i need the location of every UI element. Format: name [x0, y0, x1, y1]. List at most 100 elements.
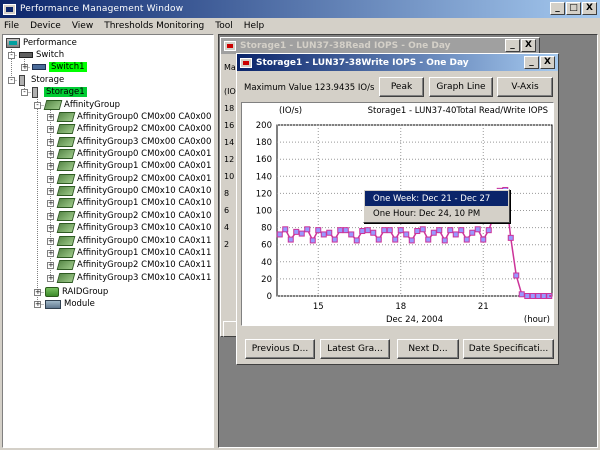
collapse-toggle-icon[interactable]: -: [8, 52, 15, 59]
tree-node-affinity-item[interactable]: AffinityGroup0 CM0x10 CA0x10: [56, 185, 211, 197]
tree-node-module[interactable]: Module: [45, 298, 95, 310]
minimize-button[interactable]: _: [550, 2, 565, 15]
tree-node-affinity-item[interactable]: AffinityGroup2 CM0x10 CA0x10: [56, 210, 211, 222]
device-tree[interactable]: Performance - Switch + Switch1 - Storage…: [2, 34, 214, 448]
expand-toggle-icon[interactable]: +: [47, 126, 54, 134]
expand-toggle-icon[interactable]: +: [47, 274, 54, 282]
menu-file[interactable]: File: [4, 21, 19, 31]
read-iops-minimize-button[interactable]: _: [505, 39, 520, 52]
previous-day-button[interactable]: Previous D...: [245, 339, 315, 359]
expand-toggle-icon[interactable]: +: [34, 289, 41, 296]
tree-node-affinity-item[interactable]: AffinityGroup3 CM0x10 CA0x10: [56, 222, 211, 234]
expand-toggle-icon[interactable]: +: [47, 237, 54, 245]
next-day-button[interactable]: Next D...: [397, 339, 459, 359]
latest-graph-button[interactable]: Latest Gra...: [320, 339, 390, 359]
data-point: [529, 293, 536, 299]
date-specification-button[interactable]: Date Specificati...: [463, 339, 554, 359]
affinity-group-icon: [56, 210, 76, 221]
context-item-one-hour[interactable]: One Hour: Dec 24, 10 PM: [365, 206, 508, 221]
menu-tool[interactable]: Tool: [215, 21, 232, 31]
expand-toggle-icon[interactable]: +: [47, 262, 54, 270]
y-tick-label: 140: [256, 172, 272, 182]
v-axis-button[interactable]: V-Axis: [497, 77, 553, 97]
menu-view[interactable]: View: [72, 21, 93, 31]
data-point: [386, 227, 393, 234]
data-point: [447, 227, 454, 234]
tree-node-affinity-item[interactable]: AffinityGroup0 CM0x10 CA0x11: [56, 235, 211, 247]
data-point: [337, 227, 344, 234]
tree-node-performance[interactable]: Performance: [6, 37, 77, 49]
read-iops-tick-label: 8: [224, 189, 230, 198]
expand-toggle-icon[interactable]: +: [21, 64, 28, 71]
tree-node-label: Switch: [36, 50, 65, 60]
expand-toggle-icon[interactable]: +: [47, 225, 54, 233]
data-point: [287, 236, 294, 243]
graph-window-icon: [240, 57, 252, 68]
peak-button[interactable]: Peak: [379, 77, 424, 97]
tree-node-storage1[interactable]: Storage1: [32, 86, 87, 98]
y-tick-label: 60: [261, 241, 272, 251]
tree-node-affinity-item[interactable]: AffinityGroup1 CM0x10 CA0x11: [56, 247, 212, 259]
tree-node-affinity-item[interactable]: AffinityGroup2 CM0x10 CA0x11: [56, 259, 211, 271]
performance-icon: [6, 38, 20, 48]
data-point: [370, 229, 377, 236]
window-title: Performance Management Window: [20, 4, 184, 14]
expand-toggle-icon[interactable]: +: [47, 200, 54, 208]
tree-node-storage[interactable]: Storage: [19, 74, 64, 86]
read-iops-tick-label: 10: [224, 172, 235, 181]
expand-toggle-icon[interactable]: +: [47, 212, 54, 220]
tree-node-switch1[interactable]: Switch1: [32, 61, 87, 73]
close-button[interactable]: X: [582, 2, 597, 15]
tree-node-affinity-item[interactable]: AffinityGroup0 CM0x00 CA0x00: [56, 111, 211, 123]
menu-device[interactable]: Device: [30, 21, 61, 31]
tree-node-affinitygroup[interactable]: AffinityGroup: [43, 99, 121, 111]
write-iops-close-button[interactable]: X: [540, 56, 555, 69]
read-iops-tick-label: 2: [224, 240, 230, 249]
data-point: [364, 227, 371, 234]
expand-toggle-icon[interactable]: +: [47, 249, 54, 257]
tree-node-label: AffinityGroup1 CM0x10 CA0x11: [77, 247, 212, 258]
tree-node-affinity-item[interactable]: AffinityGroup0 CM0x00 CA0x01: [56, 148, 211, 160]
data-point: [392, 236, 399, 243]
write-iops-minimize-button[interactable]: _: [524, 56, 539, 69]
collapse-toggle-icon[interactable]: -: [21, 89, 28, 96]
expand-toggle-icon[interactable]: +: [47, 175, 54, 183]
data-point: [414, 228, 421, 235]
data-point: [524, 293, 531, 299]
collapse-toggle-icon[interactable]: -: [8, 77, 15, 84]
tree-node-affinity-item[interactable]: AffinityGroup1 CM0x10 CA0x10: [56, 197, 211, 209]
data-point: [463, 236, 470, 243]
read-iops-titlebar[interactable]: Storage1 - LUN37-38Read IOPS - One Day _…: [221, 38, 539, 54]
menu-thresholds-monitoring[interactable]: Thresholds Monitoring: [104, 21, 204, 31]
switch-device-icon: [32, 64, 46, 70]
graph-line-button[interactable]: Graph Line: [429, 77, 493, 97]
expand-toggle-icon[interactable]: +: [47, 188, 54, 196]
data-point: [485, 227, 492, 234]
maximize-button[interactable]: □: [566, 2, 581, 15]
write-iops-titlebar[interactable]: Storage1 - LUN37-38Write IOPS - One Day …: [237, 54, 558, 71]
expand-toggle-icon[interactable]: +: [47, 163, 54, 171]
tree-node-label: Module: [64, 299, 95, 309]
tree-node-switch[interactable]: Switch: [19, 49, 64, 61]
tree-node-raidgroup[interactable]: RAIDGroup: [45, 286, 108, 298]
data-point: [293, 228, 300, 235]
expand-toggle-icon[interactable]: +: [34, 301, 41, 308]
expand-toggle-icon[interactable]: +: [47, 151, 54, 159]
tree-node-affinity-item[interactable]: AffinityGroup2 CM0x00 CA0x01: [56, 173, 211, 185]
switch-icon: [19, 52, 33, 58]
tree-node-affinity-item[interactable]: AffinityGroup3 CM0x00 CA0x00: [56, 136, 211, 148]
tree-node-affinity-item[interactable]: AffinityGroup3 CM0x10 CA0x11: [56, 272, 211, 284]
collapse-toggle-icon[interactable]: -: [34, 102, 41, 109]
read-iops-tick-label: 12: [224, 155, 235, 164]
affinity-group-icon: [56, 149, 76, 160]
expand-toggle-icon[interactable]: +: [47, 138, 54, 146]
data-point: [397, 227, 404, 234]
tree-node-affinity-item[interactable]: AffinityGroup1 CM0x00 CA0x01: [56, 160, 211, 172]
tree-node-label: AffinityGroup: [64, 100, 121, 110]
data-point: [458, 227, 465, 234]
menu-help[interactable]: Help: [244, 21, 265, 31]
tree-node-affinity-item[interactable]: AffinityGroup2 CM0x00 CA0x00: [56, 123, 211, 135]
read-iops-close-button[interactable]: X: [521, 39, 536, 52]
context-item-one-week[interactable]: One Week: Dec 21 - Dec 27: [365, 191, 508, 206]
expand-toggle-icon[interactable]: +: [47, 114, 54, 121]
